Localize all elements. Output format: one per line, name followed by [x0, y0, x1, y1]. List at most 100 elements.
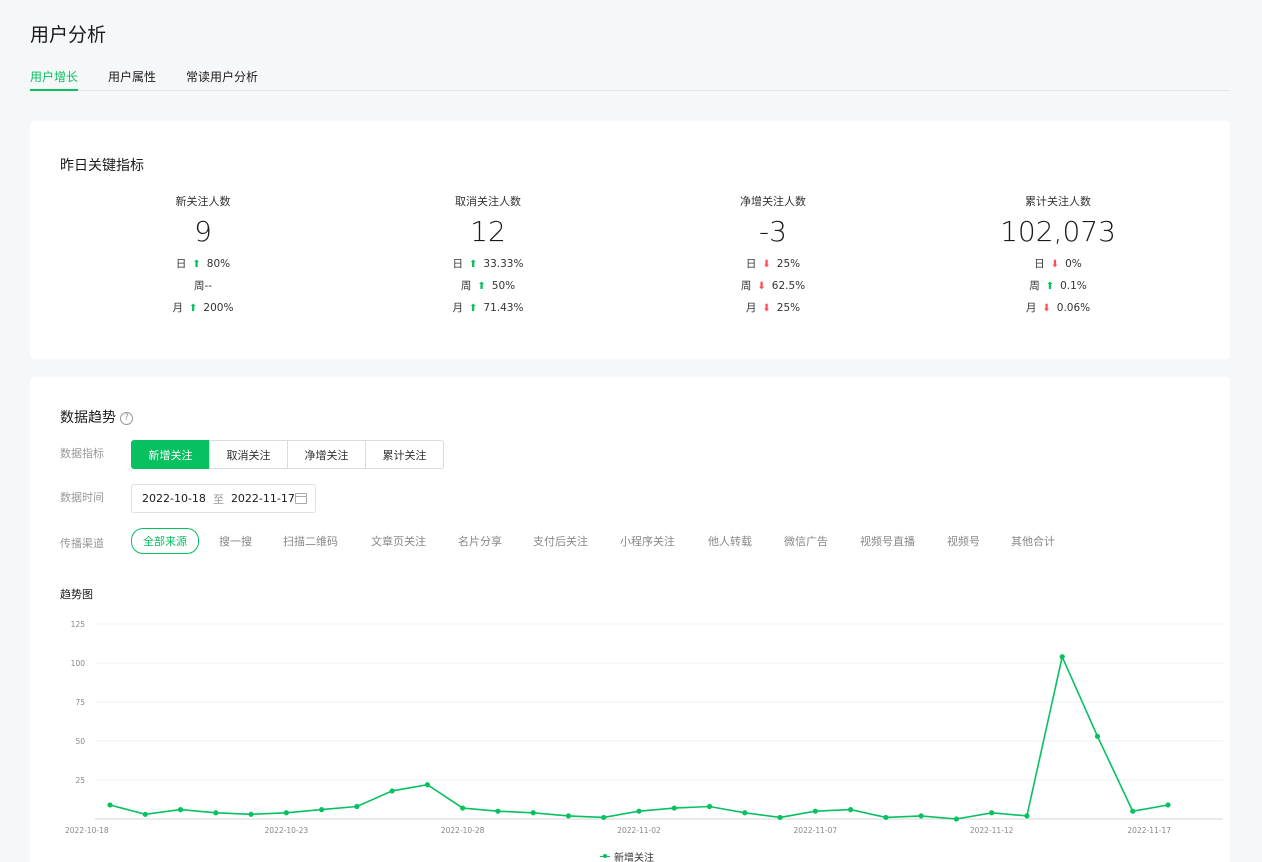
- change-value: 50%: [491, 280, 516, 292]
- arrow-up-icon: ⬆: [1045, 281, 1055, 292]
- metric-button-new-follow[interactable]: 新增关注: [131, 440, 210, 469]
- arrow-up-icon: ⬆: [189, 303, 198, 314]
- data-point: [354, 803, 360, 810]
- tab-user-growth[interactable]: 用户增长: [30, 68, 79, 91]
- x-tick-label: 2022-10-18: [65, 826, 109, 835]
- y-tick-label: 50: [75, 737, 85, 746]
- tab-user-attributes[interactable]: 用户属性: [108, 68, 156, 91]
- channel-option-11[interactable]: 其他合计: [1011, 533, 1055, 549]
- channel-option-1[interactable]: 搜一搜: [219, 533, 252, 549]
- data-point: [319, 807, 325, 813]
- data-point: [530, 810, 536, 816]
- data-point: [142, 811, 148, 817]
- metric-value: 12: [470, 215, 506, 248]
- date-separator: 至: [212, 492, 224, 506]
- change-value: 33.33%: [483, 258, 524, 270]
- date-start[interactable]: 2022-10-18: [142, 492, 206, 505]
- metric-total-follow: 累计关注人数 102,073 日 ⬇ 0% 周 ⬆ 0.1% 月 ⬇ 0.06%: [933, 193, 1183, 319]
- change-value: 71.43%: [483, 302, 524, 314]
- arrow-down-icon: ⬇: [757, 281, 766, 292]
- data-point: [742, 810, 748, 816]
- data-point: [918, 813, 924, 819]
- change-period: 周: [740, 280, 752, 292]
- metric-selector-label: 数据指标: [60, 447, 104, 460]
- x-tick-label: 2022-11-17: [1127, 826, 1171, 835]
- trend-chart-title: 趋势图: [60, 588, 93, 601]
- metric-change-row: 日 ⬆ 33.33%: [363, 253, 613, 275]
- change-period: 周--: [193, 280, 213, 292]
- channel-option-7[interactable]: 他人转载: [708, 533, 752, 549]
- y-tick-label: 75: [75, 698, 85, 707]
- legend-line-dot-icon: [600, 853, 610, 860]
- chart-legend[interactable]: 新增关注: [600, 849, 654, 862]
- change-value: 80%: [206, 258, 231, 270]
- channel-option-0[interactable]: 全部来源: [131, 528, 199, 554]
- metric-change-row: 日 ⬇ 25%: [648, 253, 898, 275]
- y-tick-label: 25: [75, 776, 85, 785]
- change-period: 周: [460, 280, 472, 292]
- series-line-new-follow: [109, 654, 1169, 820]
- metric-button-total-follow[interactable]: 累计关注: [365, 440, 444, 469]
- channel-option-10[interactable]: 视频号: [947, 533, 980, 549]
- x-tick-label: 2022-11-07: [794, 826, 838, 835]
- channel-option-6[interactable]: 小程序关注: [620, 533, 675, 549]
- change-period: 月: [1025, 302, 1037, 314]
- data-point: [248, 811, 254, 817]
- metric-button-net-follow[interactable]: 净增关注: [287, 440, 366, 469]
- data-point: [989, 810, 995, 816]
- data-trend-title-text: 数据趋势: [60, 410, 116, 426]
- metric-label: 净增关注人数: [740, 195, 806, 208]
- data-point: [1059, 654, 1065, 660]
- tab-frequent-reader-analysis[interactable]: 常读用户分析: [186, 68, 258, 91]
- data-point: [1094, 733, 1101, 739]
- data-point: [671, 805, 677, 811]
- arrow-up-icon: ⬆: [469, 259, 478, 270]
- metric-change-row: 周 ⬆ 50%: [363, 275, 613, 297]
- metric-value: -3: [759, 215, 787, 248]
- data-point: [777, 814, 783, 821]
- x-tick-label: 2022-11-12: [970, 826, 1014, 835]
- arrow-down-icon: ⬇: [762, 259, 771, 270]
- data-point: [213, 810, 219, 816]
- data-point: [460, 805, 466, 811]
- data-point: [283, 810, 289, 816]
- arrow-up-icon: ⬆: [469, 303, 478, 314]
- channel-option-9[interactable]: 视频号直播: [860, 533, 915, 549]
- data-point: [495, 808, 501, 814]
- data-point: [953, 816, 960, 822]
- change-period: 日: [745, 258, 757, 270]
- date-range-label: 数据时间: [60, 491, 104, 504]
- channel-option-3[interactable]: 文章页关注: [371, 533, 426, 549]
- metric-change-row: 月 ⬇ 0.06%: [933, 297, 1183, 319]
- date-range-picker[interactable]: 2022-10-18 至 2022-11-17: [131, 484, 316, 513]
- metric-change-row: 周 ⬇ 62.5%: [648, 275, 898, 297]
- metric-net-follow: 净增关注人数 -3 日 ⬇ 25% 周 ⬇ 62.5% 月 ⬇ 25%: [648, 193, 898, 319]
- data-point: [706, 803, 713, 810]
- date-end[interactable]: 2022-11-17: [231, 492, 295, 505]
- arrow-up-icon: ⬆: [192, 259, 201, 270]
- channel-option-4[interactable]: 名片分享: [458, 533, 502, 549]
- channel-option-8[interactable]: 微信广告: [784, 533, 828, 549]
- page-title: 用户分析: [30, 24, 107, 46]
- arrow-down-icon: ⬇: [1042, 303, 1051, 314]
- data-point: [883, 814, 889, 821]
- change-value: 25%: [776, 258, 801, 270]
- data-trend-card: 数据趋势? 数据指标 新增关注 取消关注 净增关注 累计关注 数据时间 2022…: [30, 377, 1230, 862]
- channel-option-5[interactable]: 支付后关注: [533, 533, 588, 549]
- data-point: [424, 782, 430, 788]
- data-point: [1024, 813, 1030, 819]
- y-tick-label: 125: [71, 620, 86, 629]
- channel-option-2[interactable]: 扫描二维码: [283, 533, 338, 549]
- arrow-down-icon: ⬇: [1050, 259, 1060, 270]
- metric-change-row: 日 ⬆ 80%: [78, 253, 328, 275]
- metric-change-row: 周 ⬆ 0.1%: [933, 275, 1183, 297]
- change-value: 62.5%: [771, 280, 806, 292]
- key-metrics-card: 昨日关键指标 新关注人数 9 日 ⬆ 80% 周-- 月 ⬆ 200% 取消关注人数 12 日 ⬆ 33.…: [30, 121, 1230, 359]
- data-point: [812, 808, 818, 814]
- legend-label: 新增关注: [614, 853, 654, 862]
- change-period: 日: [1034, 258, 1045, 270]
- calendar-icon[interactable]: [295, 493, 307, 504]
- question-circle-icon[interactable]: ?: [120, 411, 133, 425]
- metric-button-unfollow[interactable]: 取消关注: [209, 440, 288, 469]
- trend-chart: 25 50 75 100 125 2022-10-18 2022-10-23 2022-10-…: [65, 620, 1223, 835]
